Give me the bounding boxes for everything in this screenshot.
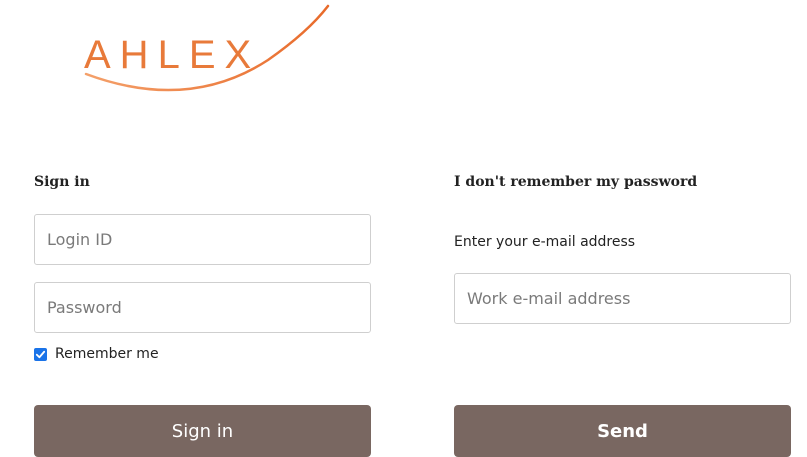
ahlex-logo-graphic: AHLEX [84,4,330,92]
remember-me-checkbox[interactable] [34,347,47,361]
login-id-input[interactable] [34,214,371,265]
send-button[interactable]: Send [454,405,791,457]
logo-wordmark: AHLEX [84,33,260,77]
sign-in-title: Sign in [34,174,90,190]
password-input[interactable] [34,282,371,333]
remember-me-row[interactable]: Remember me [34,346,159,362]
checkmark-icon [35,350,46,358]
email-hint: Enter your e-mail address [454,234,636,250]
sign-in-button[interactable]: Sign in [34,405,371,457]
company-logo: AHLEX [78,0,338,100]
forgot-password-title: I don't remember my password [454,174,698,190]
email-input[interactable] [454,273,791,324]
remember-me-label: Remember me [55,346,159,362]
